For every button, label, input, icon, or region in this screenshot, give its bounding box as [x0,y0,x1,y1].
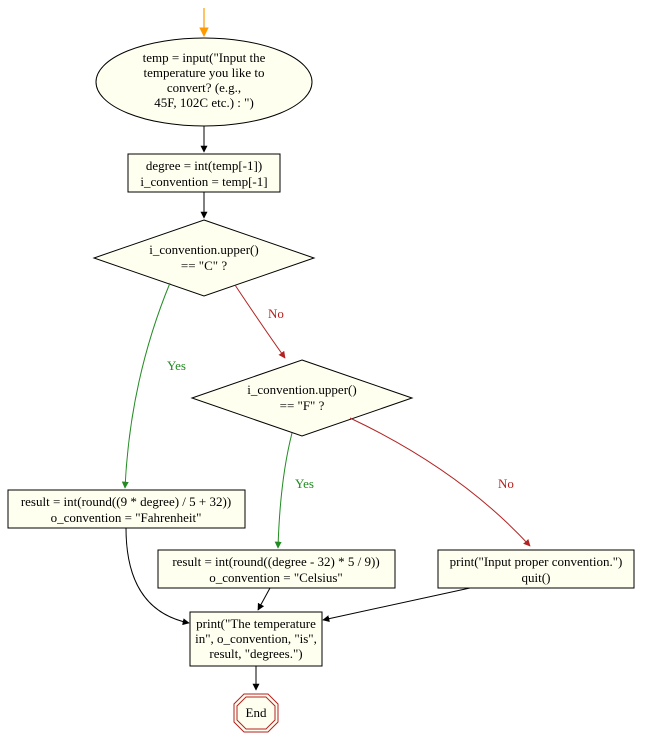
flowchart-canvas: temp = input("Input the temperature you … [0,0,662,748]
n5-text-l2: o_convention = "Fahrenheit" [51,510,202,525]
n1-text-l1: temp = input("Input the [143,50,266,65]
n1-text-l3: convert? (e.g., [167,80,241,95]
input-node: temp = input("Input the temperature you … [96,38,312,126]
n5-text-l1: result = int(round((9 * degree) / 5 + 32… [21,494,231,509]
n6-text-l2: o_convention = "Celsius" [209,570,343,585]
decision-f-node: i_convention.upper() == "F" ? [192,360,412,436]
n8-text-l2: in", o_convention, "is", [195,631,317,646]
edge-n4-yes-label: Yes [295,476,314,491]
process-to-f-node: result = int(round((9 * degree) / 5 + 32… [8,490,245,528]
n8-text-l1: print("The temperature [196,616,316,631]
n4-text-l1: i_convention.upper() [247,382,356,397]
decision-c-node: i_convention.upper() == "C" ? [94,220,314,296]
n2-text-l1: degree = int(temp[-1]) [146,158,262,173]
n2-text-l2: i_convention = temp[-1] [140,174,267,189]
edge-n4-yes [278,433,292,548]
process-error-node: print("Input proper convention.") quit() [438,550,634,588]
end-text: End [246,705,267,720]
n6-text-l1: result = int(round((degree - 32) * 5 / 9… [172,554,379,569]
process-to-c-node: result = int(round((degree - 32) * 5 / 9… [158,550,395,588]
edge-n3-no [235,285,285,358]
edge-n3-yes-label: Yes [167,358,186,373]
edge-n4-no-label: No [498,476,514,491]
n1-text-l4: 45F, 102C etc.) : ") [154,95,254,110]
edge-n7-n8 [323,588,470,620]
n3-text-l2: == "C" ? [181,258,227,273]
print-result-node: print("The temperature in", o_convention… [190,612,322,666]
edge-n3-yes [125,283,170,488]
n1-text-l2: temperature you like to [144,65,265,80]
n4-text-l2: == "F" ? [280,398,325,413]
edge-n3-no-label: No [268,306,284,321]
n7-text-l1: print("Input proper convention.") [450,554,623,569]
n3-text-l1: i_convention.upper() [149,242,258,257]
edge-n6-n8 [258,588,270,610]
n8-text-l3: result, "degrees.") [209,646,302,661]
process-parse-node: degree = int(temp[-1]) i_convention = te… [128,154,280,192]
end-node: End [234,694,278,732]
n7-text-l2: quit() [522,570,551,585]
